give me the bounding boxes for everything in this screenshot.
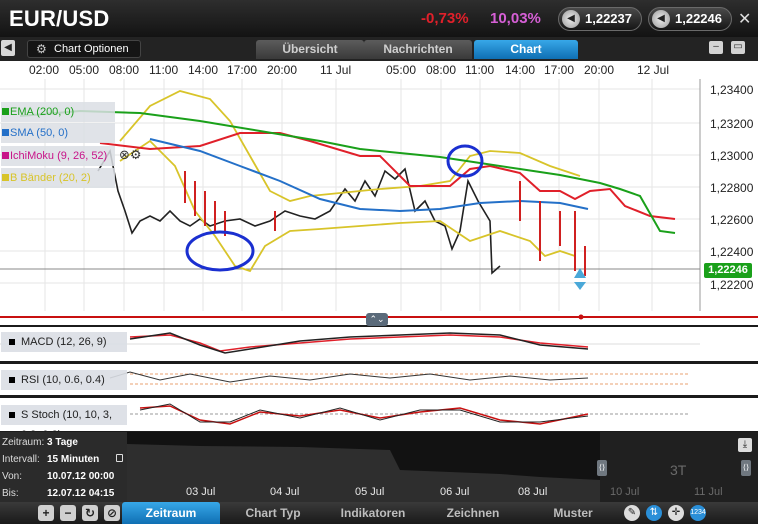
price-label: 1,22200 — [710, 278, 754, 292]
zoom-in-icon[interactable]: + — [38, 505, 54, 521]
legend-sma[interactable]: SMA (50, 0) — [1, 123, 115, 143]
stoch-panel[interactable]: S Stoch (10, 10, 3, 0.8, 0.2) — [0, 398, 758, 441]
legend-bbands[interactable]: B Bänder (20, 2) — [1, 168, 115, 188]
legend-ema[interactable]: EMA (200, 0) — [1, 102, 115, 122]
indicator-controls: ⊗⚙ — [119, 147, 151, 163]
rsi-label[interactable]: RSI (10, 0.6, 0.4) — [1, 370, 127, 390]
time-label: 12 Jul — [637, 63, 670, 77]
price-chart[interactable]: 02:00 05:00 08:00 11:00 14:00 17:00 20:0… — [0, 61, 758, 326]
tab-bar: ◀ ⚙ Chart Optionen Übersicht Nachrichten… — [0, 37, 758, 61]
gear-icon[interactable]: ⚙ — [130, 147, 142, 162]
last-price-badge: 1,22246 — [704, 263, 752, 278]
macd-panel[interactable]: MACD (12, 26, 9) — [0, 327, 758, 361]
tab-indikatoren[interactable]: Indikatoren — [324, 502, 422, 524]
legend-swatch — [2, 108, 9, 115]
time-navigator[interactable]: Zeitraum: 3 Tage Intervall: 15 Minuten Von… — [0, 432, 758, 502]
price-chart-svg — [0, 79, 758, 320]
tab-chart[interactable]: Chart — [474, 40, 578, 59]
tab-zeitraum[interactable]: Zeitraum — [122, 502, 220, 524]
minimize-icon[interactable]: – — [709, 41, 723, 54]
sell-arrow-icon: ◀ — [562, 10, 580, 28]
time-label: 05:00 — [386, 63, 417, 77]
close-icon[interactable]: ✕ — [738, 9, 751, 29]
time-label: 17:00 — [544, 63, 575, 77]
refresh-icon[interactable]: ↻ — [82, 505, 98, 521]
nav-date: 10 Jul — [610, 486, 640, 498]
price-label: 1,22600 — [710, 213, 754, 227]
pencil-icon[interactable]: ✎ — [624, 505, 640, 521]
trade-marker-down — [574, 282, 586, 290]
tab-chart-typ[interactable]: Chart Typ — [224, 502, 322, 524]
time-label: 11 Jul — [320, 63, 352, 77]
legend-ichimoku[interactable]: IchiMoku (9, 26, 52) — [1, 146, 115, 166]
chart-options-button[interactable]: ⚙ Chart Optionen — [27, 40, 141, 58]
ichimoku-line — [99, 132, 676, 220]
bottom-toolbar: + − ↻ ⊘ Zeitraum Chart Typ Indikatoren Z… — [0, 502, 758, 524]
change-abs: -0,73% — [421, 10, 469, 27]
time-label: 08:00 — [426, 63, 457, 77]
panel-resize-handle[interactable]: ⌃⌄ — [366, 313, 388, 326]
time-label: 20:00 — [267, 63, 298, 77]
crosshair-icon[interactable]: ✛ — [668, 505, 684, 521]
nav-date: 04 Jul — [270, 486, 300, 498]
range-info: Zeitraum: 3 Tage Intervall: 15 Minuten Von… — [0, 432, 127, 502]
collapse-icon[interactable]: ◀ — [1, 40, 15, 56]
price-label: 1,23000 — [710, 149, 754, 163]
zoom-out-icon[interactable]: − — [60, 505, 76, 521]
maximize-icon[interactable]: ▭ — [731, 41, 745, 54]
nav-date: 06 Jul — [440, 486, 470, 498]
download-icon[interactable]: ⤓ — [738, 438, 752, 452]
price-label: 1,23400 — [710, 83, 754, 97]
tab-muster[interactable]: Muster — [524, 502, 622, 524]
range-span-label: 3T — [670, 462, 687, 478]
time-label: 11:00 — [465, 63, 495, 77]
sort-icon[interactable]: ⇅ — [646, 505, 662, 521]
price-label: 1,22800 — [710, 181, 754, 195]
time-label: 17:00 — [227, 63, 258, 77]
legend-swatch — [2, 129, 9, 136]
legend-swatch — [2, 152, 9, 159]
price-label: 1,22400 — [710, 245, 754, 259]
tab-overview[interactable]: Übersicht — [256, 40, 364, 59]
stoch-label[interactable]: S Stoch (10, 10, 3, 0.8, 0.2) — [1, 405, 127, 441]
change-pct: 10,03% — [490, 10, 541, 27]
time-label: 20:00 — [584, 63, 615, 77]
nav-date: 05 Jul — [355, 486, 385, 498]
price-line — [97, 148, 501, 275]
time-axis-top: 02:00 05:00 08:00 11:00 14:00 17:00 20:0… — [0, 61, 758, 79]
title-bar: EUR/USD -0,73% 10,03% ◀ 1,22237 ◀ 1,2224… — [0, 0, 758, 37]
nav-right-handle[interactable]: ⟨⟩ — [741, 460, 751, 476]
lock-icon[interactable] — [116, 454, 123, 462]
time-label: 11:00 — [149, 63, 179, 77]
gear-icon: ⚙ — [36, 42, 47, 56]
time-label: 02:00 — [29, 63, 60, 77]
nav-date: 11 Jul — [694, 486, 723, 498]
rsi-panel[interactable]: RSI (10, 0.6, 0.4) — [0, 364, 758, 395]
legend-swatch — [2, 174, 9, 181]
badge-icon[interactable]: 1234 — [690, 505, 706, 521]
tab-news[interactable]: Nachrichten — [364, 40, 472, 59]
macd-label[interactable]: MACD (12, 26, 9) — [1, 332, 127, 352]
time-label: 05:00 — [69, 63, 100, 77]
remove-icon[interactable]: ⊗ — [119, 147, 130, 162]
nav-date: 03 Jul — [186, 486, 216, 498]
time-label: 08:00 — [109, 63, 140, 77]
buy-arrow-icon: ◀ — [652, 10, 670, 28]
ask-price-button[interactable]: ◀ 1,22246 — [648, 7, 732, 31]
tab-zeichnen[interactable]: Zeichnen — [424, 502, 522, 524]
cancel-icon[interactable]: ⊘ — [104, 505, 120, 521]
nav-left-handle[interactable]: ⟨⟩ — [597, 460, 607, 476]
bid-price-button[interactable]: ◀ 1,22237 — [558, 7, 642, 31]
currency-pair: EUR/USD — [9, 6, 110, 31]
price-label: 1,23200 — [710, 117, 754, 131]
time-label: 14:00 — [188, 63, 219, 77]
time-label: 14:00 — [505, 63, 536, 77]
ema-line — [19, 109, 676, 234]
nav-date: 08 Jul — [518, 486, 548, 498]
